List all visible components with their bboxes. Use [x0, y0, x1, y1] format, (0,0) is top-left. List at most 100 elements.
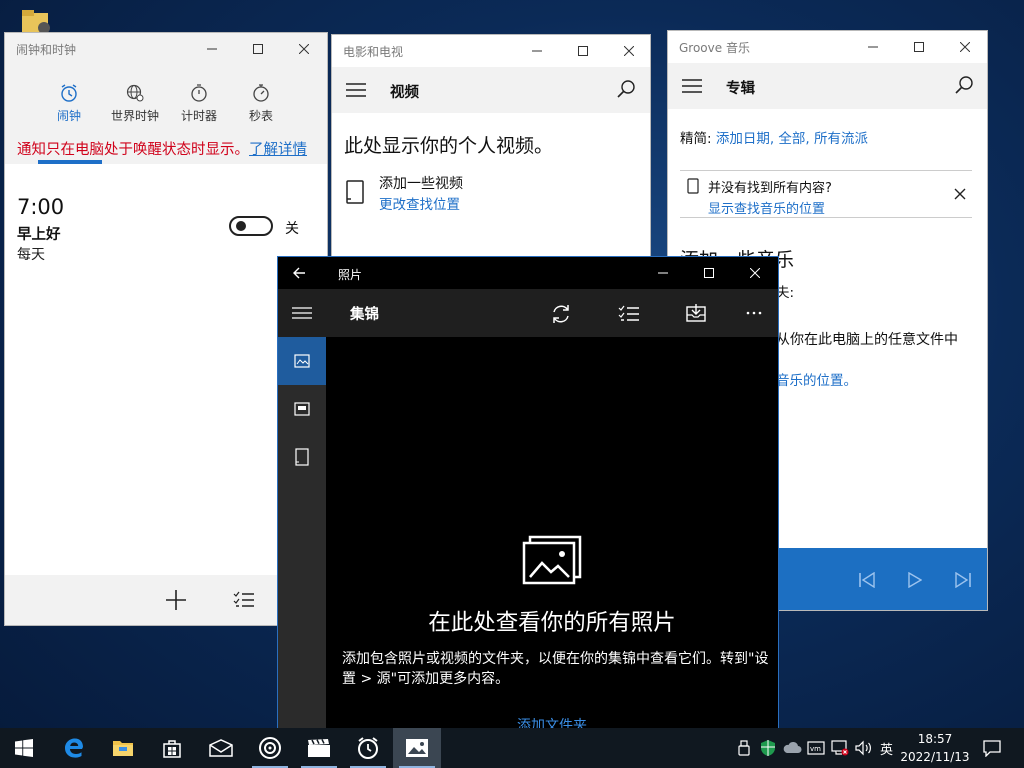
- maximize-button[interactable]: [560, 35, 606, 67]
- add-videos-label: 添加一些视频: [379, 176, 463, 192]
- maximize-button[interactable]: [235, 33, 281, 65]
- close-button[interactable]: [606, 35, 650, 67]
- maximize-button[interactable]: [686, 257, 732, 289]
- network-disconnected-icon[interactable]: [830, 738, 850, 758]
- minimize-button[interactable]: [640, 257, 686, 289]
- globe-icon: [125, 83, 145, 103]
- stopwatch-icon: [251, 83, 271, 103]
- previous-track-icon[interactable]: [858, 572, 876, 588]
- notice-text: 通知只在电脑处于唤醒状态时显示。了解详情: [17, 142, 307, 158]
- section-title: 专辑: [726, 81, 755, 97]
- hamburger-menu-icon[interactable]: [292, 307, 312, 319]
- music-location-link[interactable]: 音乐的位置。: [776, 369, 857, 389]
- clock-date[interactable]: 2022/11/13: [898, 750, 972, 764]
- tab-label: 世界时钟: [110, 109, 159, 123]
- alarm-toggle-label: 关: [285, 221, 299, 237]
- vm-tools-icon[interactable]: vm: [806, 738, 826, 758]
- alarms-button[interactable]: [344, 728, 392, 768]
- start-button[interactable]: [0, 728, 48, 768]
- nav-collection[interactable]: [278, 337, 326, 385]
- refresh-icon[interactable]: [550, 303, 572, 325]
- edge-button[interactable]: [50, 728, 98, 768]
- groove-titlebar: Groove 音乐: [668, 31, 987, 63]
- action-center-icon[interactable]: [982, 738, 1002, 758]
- photos-window: 照片 集锦 在此处查看你的所有照片 添加包含照片或视频的文件夹，以便在你的集锦中…: [277, 256, 779, 730]
- nav-folders[interactable]: [278, 433, 326, 481]
- back-arrow-icon[interactable]: [292, 266, 306, 280]
- groove-music-icon: [259, 737, 281, 759]
- show-music-location-link[interactable]: 显示查找音乐的位置: [708, 198, 825, 217]
- tab-alarm[interactable]: 闹钟: [35, 83, 103, 145]
- alarm-toggle[interactable]: [229, 216, 273, 236]
- photos-icon: [406, 739, 428, 757]
- tab-stopwatch[interactable]: 秒表: [227, 83, 295, 145]
- partial-text: 从你在此电脑上的任意文件中: [776, 332, 958, 348]
- filter-link[interactable]: 添加日期, 全部, 所有流派: [716, 131, 868, 147]
- toggle-knob: [236, 221, 246, 231]
- album-icon: [294, 402, 310, 416]
- groove-appbar: 专辑: [668, 63, 987, 109]
- close-button[interactable]: [732, 257, 778, 289]
- security-shield-icon[interactable]: [758, 738, 778, 758]
- learn-more-link[interactable]: 了解详情: [249, 142, 307, 158]
- movies-window-title: 电影和电视: [343, 45, 404, 59]
- onedrive-icon[interactable]: [782, 738, 802, 758]
- movies-titlebar: 电影和电视: [332, 35, 650, 67]
- close-button[interactable]: [281, 33, 327, 65]
- mail-icon: [209, 739, 233, 757]
- file-explorer-button[interactable]: [99, 728, 147, 768]
- photos-toolbar: 集锦: [278, 289, 778, 337]
- alarms-titlebar: 闹钟和时钟: [5, 33, 327, 65]
- mail-button[interactable]: [197, 728, 245, 768]
- store-button[interactable]: [148, 728, 196, 768]
- usb-device-icon[interactable]: [734, 738, 754, 758]
- section-title: 集锦: [350, 307, 379, 323]
- photos-titlebar: 照片: [278, 257, 778, 289]
- movies-appbar: 视频: [332, 67, 650, 113]
- missing-content-question: 并没有找到所有内容?: [708, 181, 832, 196]
- maximize-button[interactable]: [896, 31, 942, 63]
- photos-placeholder-icon: [522, 535, 582, 587]
- movies-heading: 此处显示你的个人视频。: [344, 135, 554, 157]
- tab-label: 计时器: [180, 109, 217, 123]
- play-icon[interactable]: [908, 572, 922, 588]
- minimize-button[interactable]: [514, 35, 560, 67]
- volume-icon[interactable]: [854, 738, 874, 758]
- minimize-button[interactable]: [189, 33, 235, 65]
- import-icon[interactable]: [686, 303, 706, 323]
- alarm-name: 早上好: [17, 227, 61, 243]
- edge-icon: [65, 738, 83, 758]
- movies-button[interactable]: [295, 728, 343, 768]
- phone-device-icon: [687, 178, 699, 194]
- minimize-button[interactable]: [850, 31, 896, 63]
- clock-time[interactable]: 18:57: [902, 732, 968, 746]
- next-track-icon[interactable]: [954, 572, 972, 588]
- tab-label: 闹钟: [56, 109, 81, 123]
- tab-world-clock[interactable]: 世界时钟: [101, 83, 169, 145]
- section-title: 视频: [390, 85, 419, 101]
- more-options-icon[interactable]: [746, 311, 762, 315]
- select-icon[interactable]: [618, 305, 640, 323]
- select-alarms-button[interactable]: [233, 591, 255, 609]
- collection-icon: [294, 354, 310, 368]
- alarm-clock-icon: [59, 83, 79, 103]
- change-location-link[interactable]: 更改查找位置: [379, 193, 460, 213]
- groove-button[interactable]: [246, 728, 294, 768]
- close-button[interactable]: [942, 31, 987, 63]
- hamburger-menu-icon[interactable]: [682, 79, 702, 93]
- photos-button[interactable]: [393, 728, 441, 768]
- tab-timer[interactable]: 计时器: [165, 83, 233, 145]
- desktop-folder-icon[interactable]: [22, 10, 50, 32]
- groove-window-title: Groove 音乐: [679, 41, 750, 55]
- nav-albums[interactable]: [278, 385, 326, 433]
- store-icon: [163, 740, 181, 758]
- svg-text:vm: vm: [810, 745, 821, 753]
- search-icon[interactable]: [616, 79, 636, 99]
- input-method-indicator[interactable]: 英: [880, 739, 893, 758]
- hamburger-menu-icon[interactable]: [346, 83, 366, 97]
- add-alarm-button[interactable]: [165, 589, 187, 611]
- search-icon[interactable]: [954, 75, 974, 95]
- close-icon[interactable]: [954, 188, 966, 200]
- movies-tv-icon: [308, 739, 330, 757]
- alarm-time[interactable]: 7:00: [17, 195, 64, 219]
